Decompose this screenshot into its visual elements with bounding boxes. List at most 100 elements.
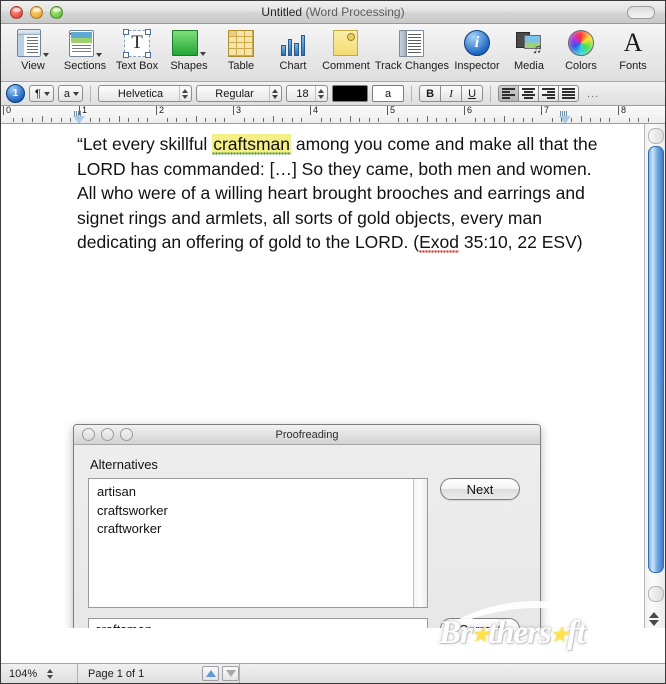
scrollbar-arrows[interactable] bbox=[649, 612, 659, 626]
align-justify-button[interactable] bbox=[558, 85, 580, 102]
misspelled-word-exod[interactable]: Exod bbox=[419, 232, 460, 253]
minimize-button[interactable] bbox=[30, 5, 43, 19]
ruler-label: 8 bbox=[618, 106, 626, 115]
scroll-down-icon[interactable] bbox=[649, 620, 659, 626]
document-area: “Let every skillful craftsman among you … bbox=[1, 124, 665, 628]
font-size-select[interactable]: 18 bbox=[286, 85, 329, 102]
previous-page-button[interactable] bbox=[202, 666, 220, 681]
document-text[interactable]: “Let every skillful craftsman among you … bbox=[77, 132, 604, 255]
toolbar-item-fonts[interactable]: A Fonts bbox=[607, 28, 659, 73]
ruler-tick bbox=[99, 118, 101, 122]
text-style-group: B I U bbox=[419, 85, 484, 102]
toolbar-item-shapes[interactable]: Shapes bbox=[163, 28, 215, 72]
toolbar-label-shapes: Shapes bbox=[170, 60, 208, 72]
track-changes-icon bbox=[399, 29, 425, 57]
vertical-scrollbar[interactable] bbox=[644, 124, 665, 628]
next-page-button[interactable] bbox=[222, 666, 240, 681]
highlighted-word-craftsman[interactable]: craftsman bbox=[212, 134, 292, 155]
italic-button[interactable]: I bbox=[440, 85, 463, 102]
shapes-icon bbox=[172, 30, 198, 56]
zoom-stepper-icon[interactable] bbox=[45, 666, 54, 681]
ruler-tick bbox=[51, 118, 53, 122]
correct-button[interactable]: Correct bbox=[440, 618, 520, 628]
text-color-swatch[interactable] bbox=[332, 85, 369, 102]
scrollbar-thumb[interactable] bbox=[648, 146, 664, 573]
paragraph-text-after: 35:10, 22 ESV) bbox=[459, 232, 583, 252]
spelling-underline bbox=[419, 250, 460, 253]
window-traffic-lights bbox=[10, 5, 63, 19]
ruler-tick bbox=[89, 118, 91, 122]
highlighted-word-text: craftsman bbox=[213, 134, 291, 154]
window-titlebar: Untitled (Word Processing) bbox=[1, 1, 665, 24]
toolbar-item-media[interactable]: ♫ Media bbox=[503, 28, 555, 72]
ruler-tick bbox=[580, 116, 582, 122]
grammar-underline bbox=[212, 152, 292, 155]
stepper-icon bbox=[179, 86, 189, 101]
toolbar-label-comment: Comment bbox=[322, 60, 370, 72]
font-family-select[interactable]: Helvetica bbox=[98, 85, 193, 102]
horizontal-ruler[interactable]: 0 1 2 3 4 5 6 7 8 bbox=[1, 106, 665, 124]
page-nav-group bbox=[202, 666, 240, 681]
toolbar-item-text-box[interactable]: T Text Box bbox=[111, 28, 163, 72]
ruler-tick bbox=[436, 118, 438, 122]
toolbar-label-colors: Colors bbox=[565, 60, 597, 72]
toolbar-item-sections[interactable]: + Sections bbox=[59, 28, 111, 72]
ruler-tick bbox=[445, 118, 447, 122]
style-drawer-button[interactable]: 1 bbox=[6, 84, 25, 103]
paragraph-style-menu[interactable]: ¶ bbox=[29, 85, 54, 102]
toolbar-item-view[interactable]: View bbox=[7, 28, 59, 72]
toolbar-item-track-changes[interactable]: Track Changes bbox=[373, 28, 451, 72]
proofreading-dialog[interactable]: Proofreading Alternatives artisan crafts… bbox=[73, 424, 541, 628]
main-toolbar: View + Sections T Text Box bbox=[1, 24, 665, 82]
ruler-tick bbox=[31, 118, 33, 122]
alternatives-list[interactable]: artisan craftsworker craftworker bbox=[88, 478, 428, 608]
list-item[interactable]: artisan bbox=[95, 483, 427, 502]
toolbar-toggle-button[interactable] bbox=[627, 5, 655, 19]
bold-button[interactable]: B bbox=[419, 85, 442, 102]
ruler-tick bbox=[493, 118, 495, 122]
alternatives-label: Alternatives bbox=[90, 457, 158, 472]
close-button[interactable] bbox=[10, 5, 23, 19]
ruler-tick bbox=[561, 118, 563, 122]
next-button[interactable]: Next bbox=[440, 478, 520, 500]
align-left-button[interactable] bbox=[498, 85, 520, 102]
format-bar-overflow[interactable]: ... bbox=[587, 88, 599, 100]
ruler-tick bbox=[272, 116, 274, 122]
toolbar-item-inspector[interactable]: i Inspector bbox=[451, 28, 503, 72]
align-right-button[interactable] bbox=[538, 85, 560, 102]
ruler-tick bbox=[262, 118, 264, 122]
stepper-icon bbox=[269, 86, 279, 101]
character-style-menu[interactable]: a bbox=[57, 85, 84, 102]
left-indent-marker[interactable] bbox=[73, 111, 85, 123]
underline-button[interactable]: U bbox=[461, 85, 484, 102]
paragraph-text-before: “Let every skillful bbox=[77, 134, 213, 154]
colors-icon bbox=[568, 30, 594, 56]
chevron-down-icon bbox=[73, 91, 80, 96]
window-title-subtitle: (Word Processing) bbox=[305, 5, 405, 19]
align-center-button[interactable] bbox=[518, 85, 540, 102]
toolbar-label-chart: Chart bbox=[279, 60, 307, 72]
table-icon bbox=[228, 29, 254, 57]
page-indicator: Page 1 of 1 bbox=[88, 667, 145, 680]
list-item[interactable]: craftworker bbox=[95, 520, 427, 539]
ruler-tick bbox=[349, 116, 351, 122]
word-input[interactable]: craftsman bbox=[88, 618, 428, 628]
zoom-button[interactable] bbox=[50, 5, 63, 19]
alternatives-items: artisan craftsworker craftworker bbox=[89, 479, 427, 539]
ruler-tick bbox=[339, 118, 341, 122]
window-title: Untitled (Word Processing) bbox=[1, 5, 665, 19]
scroll-up-icon[interactable] bbox=[649, 612, 659, 618]
ruler-tick bbox=[224, 118, 226, 122]
toolbar-item-table[interactable]: Table bbox=[215, 28, 267, 72]
toolbar-item-colors[interactable]: Colors bbox=[555, 28, 607, 72]
dialog-title-text: Proofreading bbox=[275, 428, 339, 441]
list-item[interactable]: craftsworker bbox=[95, 502, 427, 521]
toolbar-item-comment[interactable]: Comment bbox=[319, 28, 373, 72]
highlight-color-button[interactable]: a bbox=[372, 85, 405, 102]
font-style-select[interactable]: Regular bbox=[196, 85, 283, 102]
toolbar-item-chart[interactable]: Chart bbox=[267, 28, 319, 72]
alternatives-list-scrollbar[interactable] bbox=[413, 479, 427, 607]
ruler-tick bbox=[474, 118, 476, 122]
font-style-value: Regular bbox=[215, 87, 254, 100]
zoom-control[interactable]: 104% bbox=[1, 666, 77, 681]
